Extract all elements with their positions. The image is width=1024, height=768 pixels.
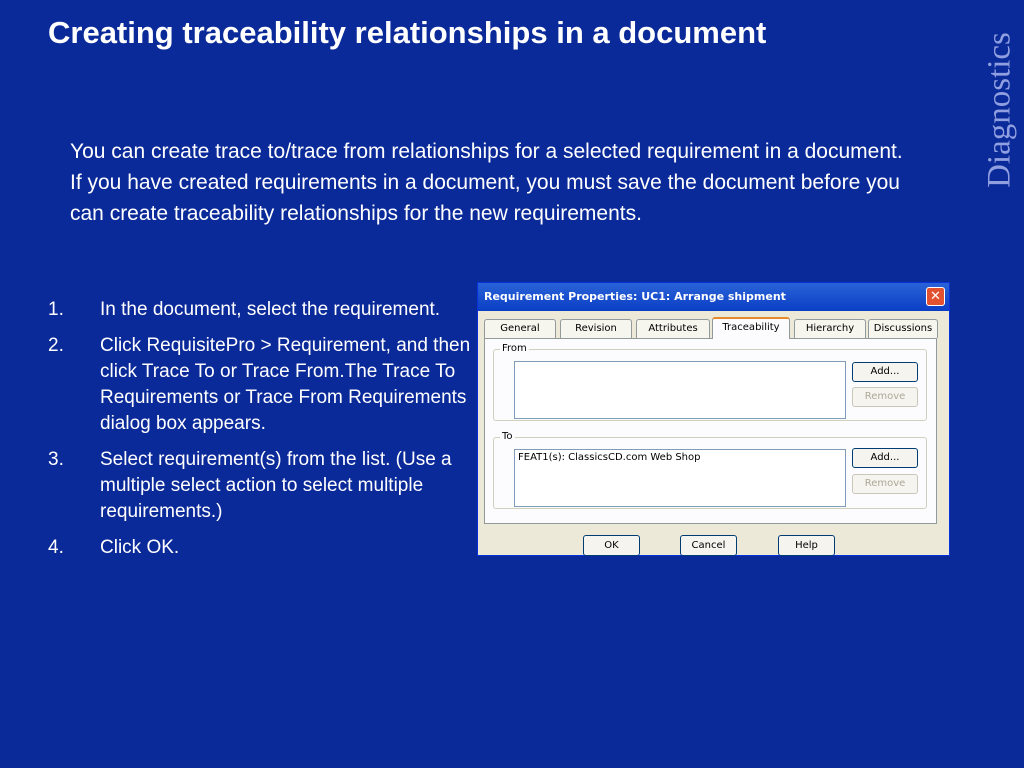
from-remove-button[interactable]: Remove <box>852 387 918 407</box>
tab-traceability[interactable]: Traceability <box>712 317 790 339</box>
to-listbox[interactable]: FEAT1(s): ClassicsCD.com Web Shop <box>514 449 846 507</box>
slide-title: Creating traceability relationships in a… <box>48 15 767 50</box>
dialog-titlebar[interactable]: Requirement Properties: UC1: Arrange shi… <box>478 283 949 311</box>
tab-attributes[interactable]: Attributes <box>636 319 710 338</box>
step-text: Click OK. <box>100 537 180 558</box>
step-number: 4. <box>48 537 64 558</box>
from-group-label: From <box>500 343 529 355</box>
step-text: Click RequisitePro > Requirement, and th… <box>100 335 471 434</box>
list-item[interactable]: FEAT1(s): ClassicsCD.com Web Shop <box>518 452 842 463</box>
tab-revision[interactable]: Revision <box>560 319 632 338</box>
step-number: 3. <box>48 449 64 470</box>
dialog-title: Requirement Properties: UC1: Arrange shi… <box>484 290 786 303</box>
side-label: Diagnostics <box>976 10 1024 210</box>
tab-discussions[interactable]: Discussions <box>868 319 938 338</box>
from-add-button[interactable]: Add... <box>852 362 918 382</box>
from-listbox[interactable] <box>514 361 846 419</box>
step-number: 1. <box>48 299 64 320</box>
step-number: 2. <box>48 335 64 356</box>
cancel-button[interactable]: Cancel <box>680 535 737 556</box>
to-group: To FEAT1(s): ClassicsCD.com Web Shop Add… <box>493 431 927 509</box>
to-remove-button[interactable]: Remove <box>852 474 918 494</box>
step-text: Select requirement(s) from the list. (Us… <box>100 449 452 522</box>
to-add-button[interactable]: Add... <box>852 448 918 468</box>
step-text: In the document, select the requirement. <box>100 299 441 320</box>
close-icon[interactable]: ✕ <box>926 287 945 306</box>
tab-general[interactable]: General <box>484 319 556 338</box>
side-label-text: Diagnostics <box>981 32 1018 188</box>
step-item: 4. Click OK. <box>48 535 478 561</box>
requirement-properties-dialog: Requirement Properties: UC1: Arrange shi… <box>477 282 950 556</box>
step-item: 1. In the document, select the requiremen… <box>48 297 478 323</box>
tab-strip: General Revision Attributes Traceability… <box>484 317 939 339</box>
tab-hierarchy[interactable]: Hierarchy <box>794 319 866 338</box>
intro-paragraph: You can create trace to/trace from relat… <box>70 140 903 225</box>
traceability-panel: From Add... Remove To FEAT1(s): Classics… <box>484 338 937 524</box>
to-group-label: To <box>500 431 515 443</box>
from-group: From Add... Remove <box>493 343 927 421</box>
steps-list: 1. In the document, select the requiremen… <box>48 297 478 571</box>
step-item: 2. Click RequisitePro > Requirement, and … <box>48 333 478 437</box>
ok-button[interactable]: OK <box>583 535 640 556</box>
help-button[interactable]: Help <box>778 535 835 556</box>
step-item: 3. Select requirement(s) from the list. (… <box>48 447 478 525</box>
